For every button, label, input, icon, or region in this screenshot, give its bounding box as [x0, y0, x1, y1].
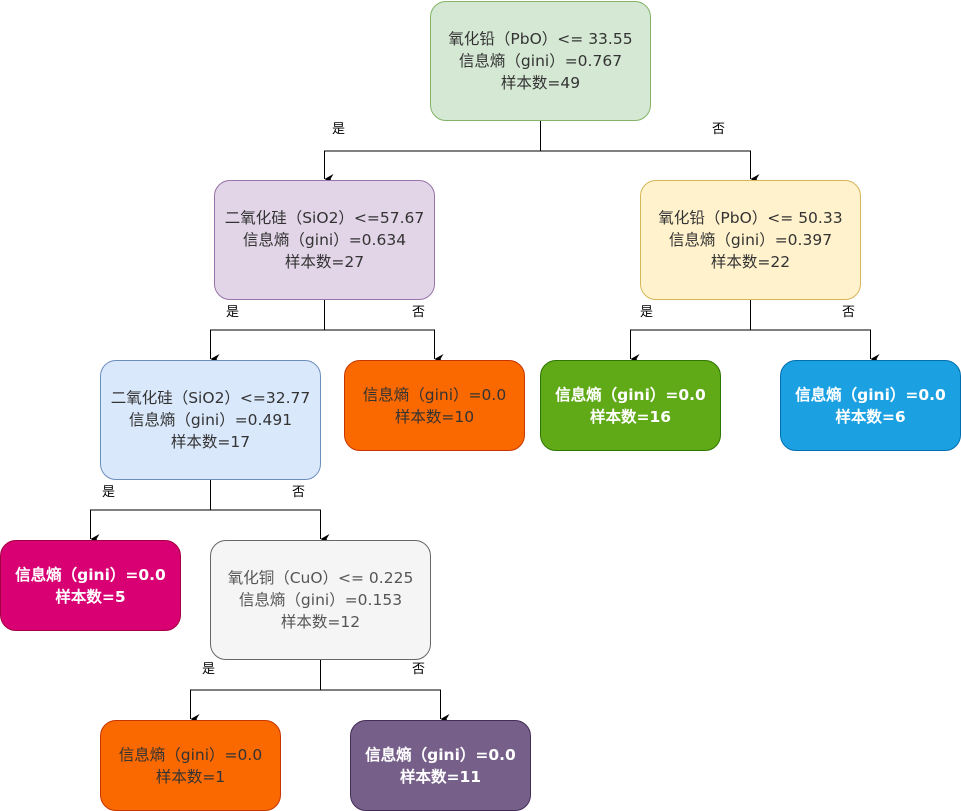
edge-label-n1-n4: 否 [412, 305, 426, 320]
edge-label-n3-n7: 是 [102, 485, 116, 500]
gini-value: 信息熵（gini）=0.0 [15, 565, 166, 584]
sample-count: 样本数=17 [170, 433, 251, 451]
tree-node-n8: 氧化铜（CuO）<= 0.225 信息熵（gini）=0.153 样本数=12 [210, 540, 431, 660]
edge-label-n8-n10: 否 [412, 662, 426, 677]
sample-count: 样本数=11 [399, 767, 482, 786]
edge-label-n0-n1: 是 [332, 122, 346, 137]
split-condition: 氧化铜（CuO）<= 0.225 [227, 569, 414, 587]
gini-value: 信息熵（gini）=0.0 [362, 385, 507, 404]
edge-label-n2-n6: 否 [842, 305, 856, 320]
tree-node-n9: 信息熵（gini）=0.0 样本数=1 [100, 720, 281, 811]
edge-label-n2-n5: 是 [640, 305, 654, 320]
sample-count: 样本数=1 [155, 767, 226, 786]
split-condition: 二氧化硅（SiO2）<=57.67 [224, 209, 425, 227]
edge-n0-n1 [324, 121, 541, 184]
split-condition: 氧化铅（PbO）<= 33.55 [448, 30, 633, 48]
gini-value: 信息熵（gini）=0.634 [242, 231, 407, 249]
gini-value: 信息熵（gini）=0.397 [668, 231, 833, 249]
gini-value: 信息熵（gini）=0.767 [458, 52, 623, 70]
edge-label-n3-n8: 否 [292, 485, 306, 500]
edge-label-n1-n3: 是 [226, 305, 240, 320]
gini-value: 信息熵（gini）=0.0 [555, 385, 706, 404]
tree-node-n6: 信息熵（gini）=0.0 样本数=6 [780, 360, 961, 451]
gini-value: 信息熵（gini）=0.491 [128, 411, 293, 429]
tree-node-n4: 信息熵（gini）=0.0 样本数=10 [344, 360, 525, 451]
tree-node-n2: 氧化铅（PbO）<= 50.33 信息熵（gini）=0.397 样本数=22 [640, 180, 861, 300]
gini-value: 信息熵（gini）=0.0 [795, 385, 946, 404]
split-condition: 二氧化硅（SiO2）<=32.77 [110, 389, 311, 407]
sample-count: 样本数=12 [280, 613, 361, 631]
tree-node-n1: 二氧化硅（SiO2）<=57.67 信息熵（gini）=0.634 样本数=27 [214, 180, 435, 300]
sample-count: 样本数=49 [500, 74, 581, 92]
tree-node-n3: 二氧化硅（SiO2）<=32.77 信息熵（gini）=0.491 样本数=17 [100, 360, 321, 480]
sample-count: 样本数=22 [710, 253, 791, 271]
sample-count: 样本数=6 [835, 407, 906, 426]
tree-node-n5: 信息熵（gini）=0.0 样本数=16 [540, 360, 721, 451]
tree-node-n7: 信息熵（gini）=0.0 样本数=5 [0, 540, 181, 631]
tree-node-n10: 信息熵（gini）=0.0 样本数=11 [350, 720, 531, 811]
gini-value: 信息熵（gini）=0.153 [238, 591, 403, 609]
sample-count: 样本数=10 [394, 407, 475, 426]
sample-count: 样本数=5 [55, 587, 126, 606]
split-condition: 氧化铅（PbO）<= 50.33 [658, 209, 843, 227]
edge-label-n0-n2: 否 [712, 122, 726, 137]
sample-count: 样本数=16 [589, 407, 672, 426]
sample-count: 样本数=27 [284, 253, 365, 271]
gini-value: 信息熵（gini）=0.0 [118, 745, 263, 764]
tree-node-n0: 氧化铅（PbO）<= 33.55 信息熵（gini）=0.767 样本数=49 [430, 1, 651, 121]
edge-label-n8-n9: 是 [202, 662, 216, 677]
gini-value: 信息熵（gini）=0.0 [365, 745, 516, 764]
